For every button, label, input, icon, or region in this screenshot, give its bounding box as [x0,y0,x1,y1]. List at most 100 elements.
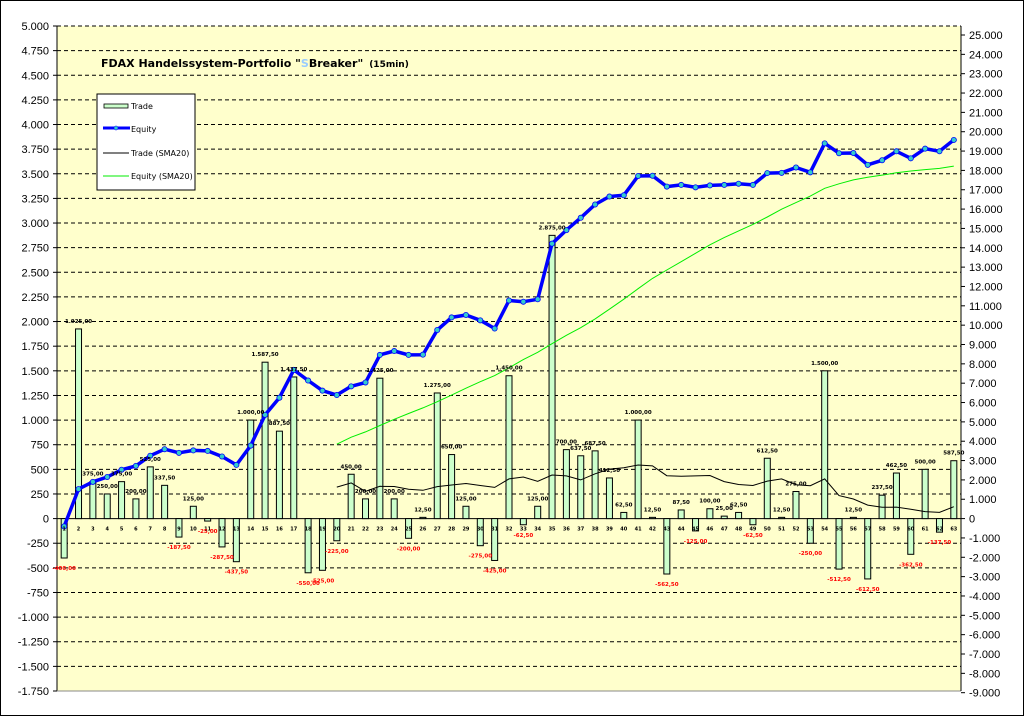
category-label: 34 [534,527,541,533]
right-tick-label: -3.000 [969,572,1000,584]
trade-bar [648,516,656,520]
trade-bar [534,505,542,520]
trade-data-label: 1.925,00 [65,319,92,325]
left-tick-label: -1.500 [18,661,49,673]
trade-bar [419,516,427,520]
category-label: 52 [792,527,799,533]
right-tick-label: 22.000 [969,88,1003,100]
trade-data-label: 62,50 [730,502,748,508]
category-label: 31 [491,527,498,533]
trade-data-label: 375,00 [111,472,132,478]
trade-data-label: 200,00 [125,489,146,495]
category-label: 10 [190,527,197,533]
trade-bar [433,392,441,520]
trade-data-label: 1.500,00 [811,361,838,367]
category-label: 61 [922,527,929,533]
right-tick-label: -9.000 [969,688,1000,700]
category-labels: 1 2 3 4 5 6 7 8 9 10 11 12 13 14 15 16 17 18 19 20 21 22 23 24 2… [62,527,957,533]
category-label: 9 [177,527,181,533]
left-tick-label: -1.750 [18,686,49,698]
category-label: 58 [879,527,886,533]
category-label: 55 [836,527,843,533]
trade-bar [103,493,111,520]
left-tick-label: 4.250 [21,95,49,107]
left-tick-label: 1.000 [21,415,49,427]
equity-point [505,297,512,304]
equity-point [204,447,211,454]
category-label: 29 [462,527,469,533]
trade-bar [491,518,499,561]
trade-data-label: 237,50 [871,485,892,491]
category-label: 21 [348,527,355,533]
category-label: 15 [262,527,269,533]
right-tick-label: 3.000 [969,456,997,468]
trade-bar [577,455,585,520]
category-label: 3 [91,527,95,533]
right-tick-label: 10.000 [969,320,1003,332]
legend-equity-label: Equity [131,125,157,134]
left-tick-label: 0 [43,514,49,526]
equity-point [419,351,426,358]
trade-bar [232,518,240,563]
equity-point [592,201,599,208]
left-tick-label: 250 [31,489,49,501]
equity-point [950,136,957,143]
category-label: 39 [606,527,613,533]
left-tick-label: 5.000 [21,21,49,33]
category-label: 6 [134,527,138,533]
left-tick-label: 2.500 [21,267,49,279]
category-label: 42 [649,527,656,533]
trade-data-label: 1.450,00 [495,366,522,372]
category-label: 47 [721,527,728,533]
trade-bar [132,498,140,520]
category-label: 40 [620,527,627,533]
trade-data-label: 87,50 [672,500,690,506]
trade-data-label: -400,00 [52,566,76,572]
equity-point [764,170,771,177]
left-tick-label: -1.250 [18,637,49,649]
category-label: 51 [778,527,785,533]
left-tick-label: 4.750 [21,46,49,58]
right-tick-label: -6.000 [969,630,1000,642]
left-tick-label: 4.500 [21,70,49,82]
trade-bar [275,430,283,520]
trade-data-label: -62,50 [743,533,763,539]
trade-data-label: -612,50 [856,587,880,593]
legend-trade-label: Trade [130,102,153,111]
left-tick-label: -1.000 [18,612,49,624]
category-label: 22 [362,527,369,533]
right-tick-label: 7.000 [969,378,997,390]
trade-bar [763,457,771,520]
category-label: 12 [219,527,226,533]
trade-data-label: -62,50 [514,533,534,539]
category-label: 20 [333,527,340,533]
equity-point [663,183,670,190]
equity-point [792,164,799,171]
trade-data-label: 612,50 [757,448,778,454]
category-label: 46 [706,527,713,533]
trade-data-label: -125,00 [684,539,708,545]
right-tick-label: 13.000 [969,262,1003,274]
trade-bar [749,518,757,526]
category-label: 17 [290,527,297,533]
trade-bar [778,516,786,520]
category-label: 38 [592,527,599,533]
equity-point [233,461,240,468]
trade-data-label: 650,00 [441,445,462,451]
equity-point [362,379,369,386]
trade-bar [118,481,126,520]
legend-trade-sma-label: Trade (SMA20) [130,149,189,158]
trade-bar [247,419,255,520]
equity-point [89,478,96,485]
equity-point [864,161,871,168]
category-label: 33 [520,527,527,533]
category-label: 30 [477,527,484,533]
right-tick-label: 24.000 [969,49,1003,61]
trade-bar [735,511,743,520]
trade-bar [89,481,97,520]
trade-data-label: 200,00 [355,489,376,495]
trade-data-label: 500,00 [915,459,936,465]
equity-point [706,182,713,189]
equity-point [678,181,685,188]
category-label: 54 [821,527,828,533]
